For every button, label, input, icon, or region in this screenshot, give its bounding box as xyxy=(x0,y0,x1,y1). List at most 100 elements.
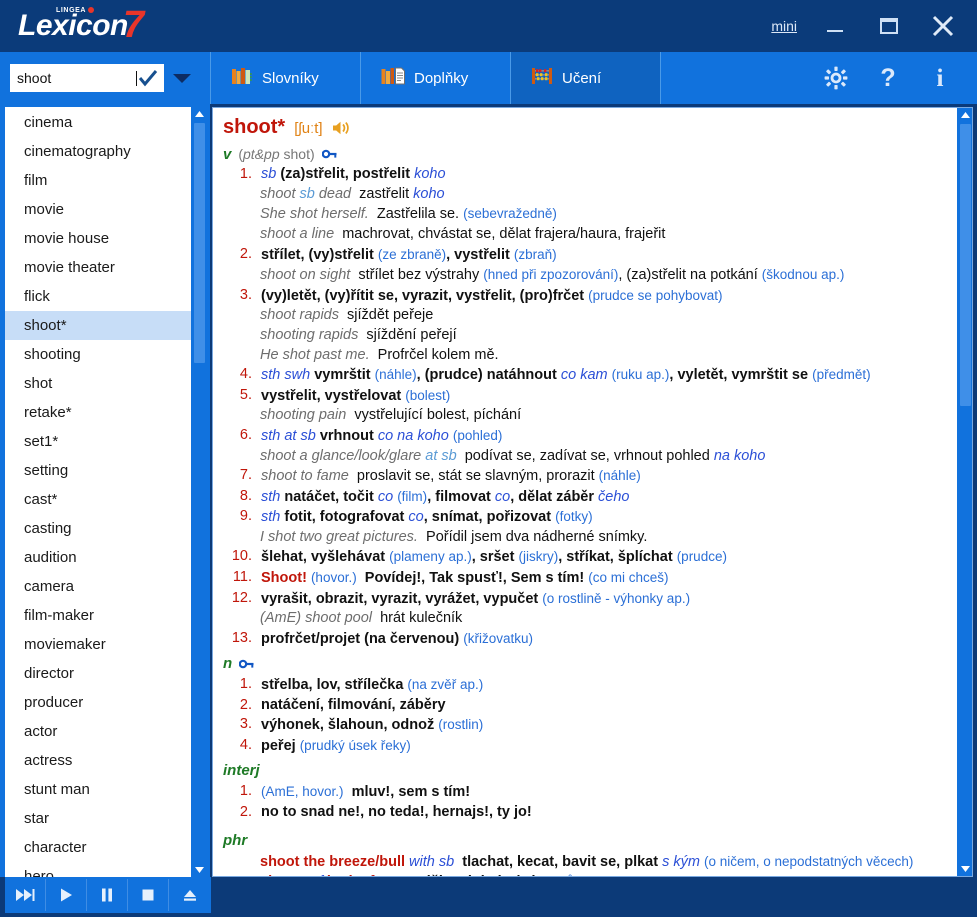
skip-forward-button[interactable] xyxy=(5,879,46,911)
text-run: (sebevražedně) xyxy=(463,206,557,222)
list-item[interactable]: shoot* xyxy=(5,311,191,340)
list-item[interactable]: cinema xyxy=(5,108,191,137)
pause-button[interactable] xyxy=(87,879,128,911)
list-item[interactable]: retake* xyxy=(5,398,191,427)
list-item[interactable]: movie theater xyxy=(5,253,191,282)
pos-row: n xyxy=(223,654,949,674)
entry-scroll-up-icon[interactable] xyxy=(958,108,973,122)
list-item[interactable]: moviemaker xyxy=(5,630,191,659)
entry-scroll-thumb[interactable] xyxy=(960,124,971,406)
scroll-down-icon[interactable] xyxy=(192,863,206,877)
entry-sections: v (pt&pp shot) 1. sb (za)střelit, postřelit… xyxy=(221,145,949,823)
tab-slovniky[interactable]: Slovníky xyxy=(210,52,360,104)
info-icon[interactable]: i xyxy=(925,63,955,93)
text-run: vyrašit, obrazit, vyrazit, vyrážet, vypu… xyxy=(261,590,543,607)
pos-note-italic: pt&pp xyxy=(243,145,280,162)
list-item[interactable]: producer xyxy=(5,688,191,717)
tab-uceni-label: Učení xyxy=(562,69,602,87)
list-item[interactable]: character xyxy=(5,833,191,862)
list-item[interactable]: set1* xyxy=(5,427,191,456)
list-item[interactable]: casting xyxy=(5,514,191,543)
sense-example: shooting pain vystřelující bolest, píchá… xyxy=(260,406,949,426)
text-run: sth xyxy=(261,488,285,505)
text-run: (škodnou ap.) xyxy=(761,267,845,283)
list-item[interactable]: cast* xyxy=(5,485,191,514)
list-item[interactable]: setting xyxy=(5,456,191,485)
key-icon[interactable] xyxy=(239,658,254,670)
text-run: proslavit se, stát se slavným, prorazit xyxy=(348,468,599,485)
entry-scroll-down-icon[interactable] xyxy=(958,862,973,876)
search-input-value: shoot xyxy=(17,70,52,86)
text-run: sth swh xyxy=(261,367,315,384)
list-item[interactable]: film xyxy=(5,166,191,195)
text-run: (fotky) xyxy=(555,509,593,525)
sense-number: 2. xyxy=(239,696,252,713)
text-run: (hovor.) xyxy=(310,570,357,586)
list-item[interactable]: audition xyxy=(5,543,191,572)
text-run: shoot the breeze/bull xyxy=(260,853,410,870)
sense-number: 4. xyxy=(239,366,252,383)
play-button[interactable] xyxy=(46,879,87,911)
list-item[interactable]: director xyxy=(5,659,191,688)
close-icon[interactable] xyxy=(923,6,963,46)
list-item[interactable]: stunt man xyxy=(5,775,191,804)
sense-row: 4. sth swh vymrštit (náhle), (prudce) nat… xyxy=(231,365,949,386)
entry-scrollbar[interactable] xyxy=(957,108,972,876)
text-run: (o ničem, o nepodstatných věcech) xyxy=(704,853,914,869)
list-item[interactable]: camera xyxy=(5,572,191,601)
list-item[interactable]: flick xyxy=(5,282,191,311)
help-icon[interactable]: ? xyxy=(873,63,903,93)
list-item[interactable]: actor xyxy=(5,717,191,746)
sense-example: She shot herself. Zastřelila se. (sebevr… xyxy=(260,204,949,225)
eject-button[interactable] xyxy=(169,879,210,911)
scroll-up-icon[interactable] xyxy=(192,107,206,121)
key-icon[interactable] xyxy=(321,148,337,160)
search-input[interactable]: shoot xyxy=(10,64,164,92)
text-run: zastřelit xyxy=(351,185,414,202)
text-run: podívat se, zadívat se, vrhnout pohled xyxy=(456,447,714,464)
text-run: (film) xyxy=(397,488,428,504)
sense-row: 10. šlehat, vyšlehávat (plameny ap.), srš… xyxy=(231,547,949,568)
wordlist-scroll-thumb[interactable] xyxy=(194,123,205,363)
list-item[interactable]: movie xyxy=(5,195,191,224)
wordlist-scrollbar[interactable] xyxy=(191,107,206,877)
checkmark-icon[interactable] xyxy=(137,68,159,88)
list-item[interactable]: hero xyxy=(5,862,191,877)
wordlist: cinema cinematography film movie movie house… xyxy=(5,107,206,877)
stop-button[interactable] xyxy=(128,879,169,911)
gear-icon[interactable] xyxy=(821,63,851,93)
text-run: (AmE, hovor.) xyxy=(261,784,344,799)
tab-uceni[interactable]: Učení xyxy=(510,52,660,104)
text-run: , (za)střelit na potkání xyxy=(618,267,762,284)
chevron-down-icon[interactable] xyxy=(168,64,196,92)
text-run: (na zvěř ap.) xyxy=(407,677,484,693)
list-item[interactable]: shot xyxy=(5,369,191,398)
sense-body: střílet, (vy)střelit (ze zbraně), vystře… xyxy=(261,245,949,266)
pos-label: interj xyxy=(223,762,260,780)
books-document-icon xyxy=(381,65,405,91)
list-item[interactable]: film-maker xyxy=(5,601,191,630)
minimize-icon[interactable] xyxy=(815,6,855,46)
list-item[interactable]: actress xyxy=(5,746,191,775)
sense-body: natáčení, filmování, záběry xyxy=(261,696,949,716)
list-item[interactable]: shooting xyxy=(5,340,191,369)
text-run: sjíždění peřejí xyxy=(358,326,457,343)
maximize-icon[interactable] xyxy=(869,6,909,46)
text-run: (AmE) shoot pool xyxy=(260,610,373,627)
sense-body: střelba, lov, střílečka (na zvěř ap.) xyxy=(261,675,949,696)
list-item[interactable]: cinematography xyxy=(5,137,191,166)
tab-doplnky-label: Doplňky xyxy=(414,69,469,87)
entry-panel: shoot* [ʃuːt] v (pt&pp shot) 1. sb (za)stře… xyxy=(210,104,977,877)
speaker-icon[interactable] xyxy=(332,120,352,136)
text-run: (vy)letět, (vy)řítit se, vyrazit, vystře… xyxy=(261,287,589,304)
text-run: střílet bez výstrahy xyxy=(350,267,484,284)
sense-number: 3. xyxy=(239,286,252,303)
list-item[interactable]: star xyxy=(5,804,191,833)
sense-row: 3. výhonek, šlahoun, odnož (rostlin) xyxy=(231,715,949,736)
text-run: (co mi chceš) xyxy=(588,570,669,586)
list-item[interactable]: movie house xyxy=(5,224,191,253)
tab-doplnky[interactable]: Doplňky xyxy=(360,52,510,104)
sense-example: He shot past me. Profrčel kolem mě. xyxy=(260,346,949,366)
sense-row: 3. (vy)letět, (vy)řítit se, vyrazit, vyst… xyxy=(231,286,949,307)
mini-mode-link[interactable]: mini xyxy=(767,16,801,36)
